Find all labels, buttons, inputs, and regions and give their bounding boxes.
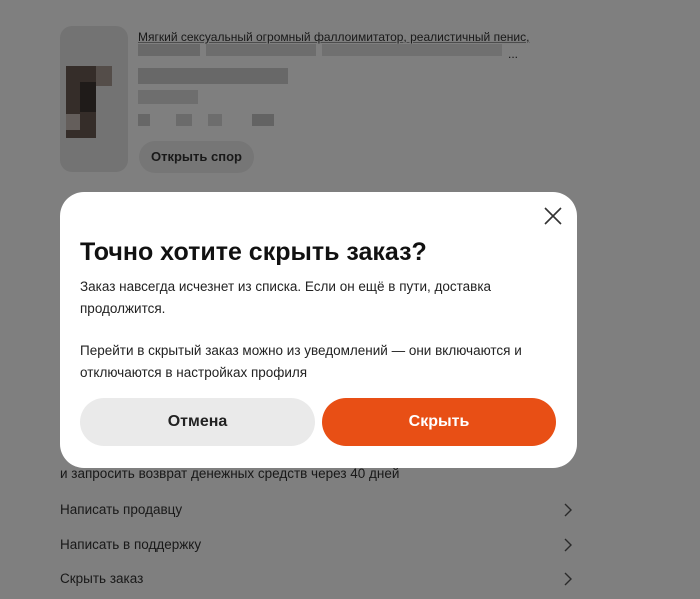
close-button[interactable] <box>541 204 565 228</box>
dialog-text-secondary: Перейти в скрытый заказ можно из уведомл… <box>80 343 522 380</box>
close-icon <box>544 207 562 225</box>
hide-order-dialog: Точно хотите скрыть заказ? Заказ навсегд… <box>60 192 577 468</box>
hide-order-button[interactable]: Скрыть <box>322 398 556 446</box>
dialog-text-primary: Заказ навсегда исчезнет из списка. Если … <box>80 279 492 316</box>
cancel-button[interactable]: Отмена <box>80 398 315 446</box>
dialog-title: Точно хотите скрыть заказ? <box>80 238 427 266</box>
